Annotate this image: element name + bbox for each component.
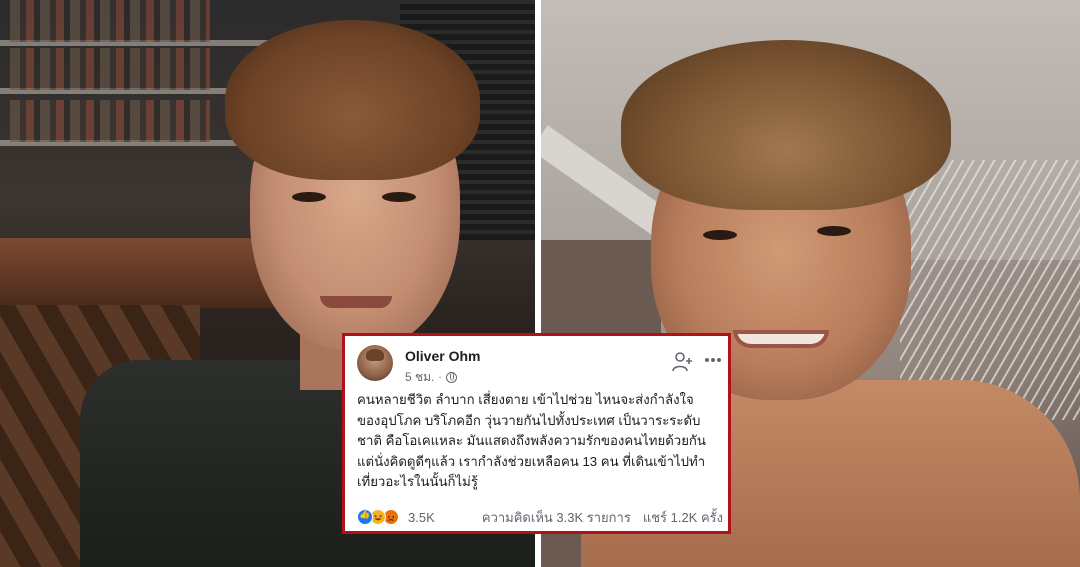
mouth (320, 296, 392, 308)
post-stats: ความคิดเห็น 3.3K รายการ แชร์ 1.2K ครั้ง (482, 507, 723, 528)
bottles (10, 0, 210, 42)
like-icon (357, 509, 373, 525)
author-name[interactable]: Oliver Ohm (405, 348, 480, 364)
bottles (10, 100, 210, 142)
post-text: คนหลายชีวิต ลำบาก เสี่ยงตาย เข้าไปช่วย ไ… (357, 390, 727, 493)
post-meta: 5 ชม. · (405, 368, 457, 387)
shares-count[interactable]: แชร์ 1.2K ครั้ง (643, 507, 723, 528)
hair (225, 20, 480, 180)
post-text-line: ของอุปโภค บริโภคอีก วุ่นวายกันไปทั้งประเ… (357, 412, 701, 428)
eye (292, 192, 326, 202)
post-time[interactable]: 5 ชม. (405, 368, 434, 387)
comments-count[interactable]: ความคิดเห็น 3.3K รายการ (482, 507, 631, 528)
bottles (10, 48, 210, 90)
avatar[interactable] (357, 345, 393, 381)
facebook-post-card: Oliver Ohm 5 ชม. · คนหลายชีวิต ลำบาก เสี… (342, 333, 731, 534)
post-text-line: ชาติ คือโอเคแหละ มันแสดงถึงพลังความรักขอ… (357, 433, 706, 448)
bar-counter (0, 238, 280, 308)
post-text-line: แต่นั่งคิดดูดีๆแล้ว เรากำลังช่วยเหลือคน … (357, 453, 706, 469)
post-text-line: เที่ยวอะไรในนั้นก็ไม่รู้ (357, 474, 478, 489)
more-icon[interactable] (703, 350, 723, 370)
globe-icon (445, 372, 457, 383)
reaction-icons[interactable] (357, 509, 399, 525)
eye (703, 230, 737, 240)
mouth (733, 330, 829, 348)
reactions-row: 3.5K ความคิดเห็น 3.3K รายการ แชร์ 1.2K ค… (357, 507, 723, 527)
meta-separator: · (438, 372, 442, 383)
hair (621, 40, 951, 210)
add-friend-icon[interactable] (670, 350, 694, 374)
eye (382, 192, 416, 202)
post-text-line: คนหลายชีวิต ลำบาก เสี่ยงตาย เข้าไปช่วย ไ… (357, 392, 694, 407)
reaction-count[interactable]: 3.5K (408, 510, 435, 525)
eye (817, 226, 851, 236)
